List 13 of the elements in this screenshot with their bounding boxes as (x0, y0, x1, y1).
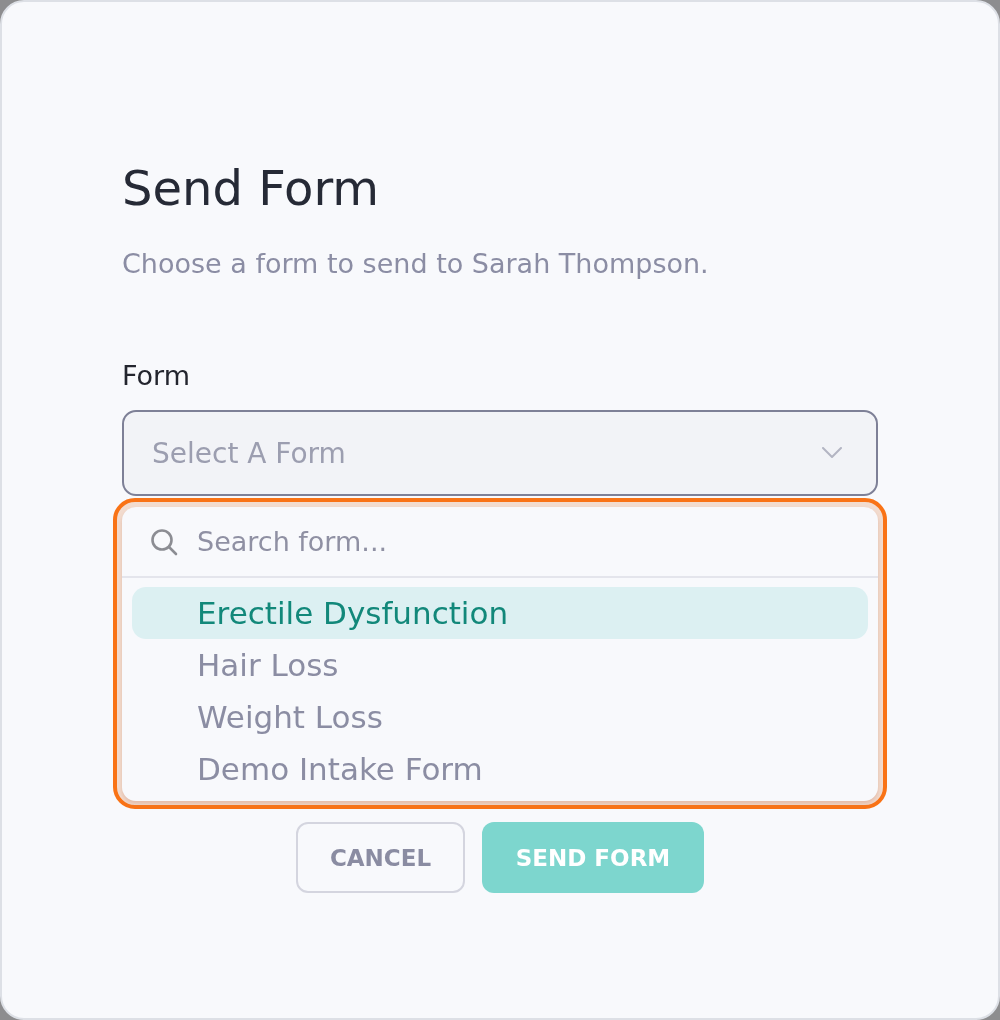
search-field[interactable]: Search form... (197, 521, 878, 562)
option-item[interactable]: Hair Loss (132, 639, 868, 691)
option-item[interactable]: Demo Intake Form (132, 743, 868, 795)
option-item[interactable]: Erectile Dysfunction (132, 587, 868, 639)
send-button[interactable]: SEND FORM (482, 822, 704, 893)
option-item[interactable]: Weight Loss (132, 691, 868, 743)
field-label: Form (122, 360, 191, 392)
chevron-down-icon (822, 447, 842, 459)
form-select[interactable]: Select A Form (122, 410, 878, 496)
dialog-subtitle: Choose a form to send to Sarah Thompson. (122, 247, 710, 281)
dialog-title: Send Form (122, 160, 381, 216)
search-icon (150, 527, 178, 556)
cancel-button[interactable]: CANCEL (296, 822, 465, 893)
